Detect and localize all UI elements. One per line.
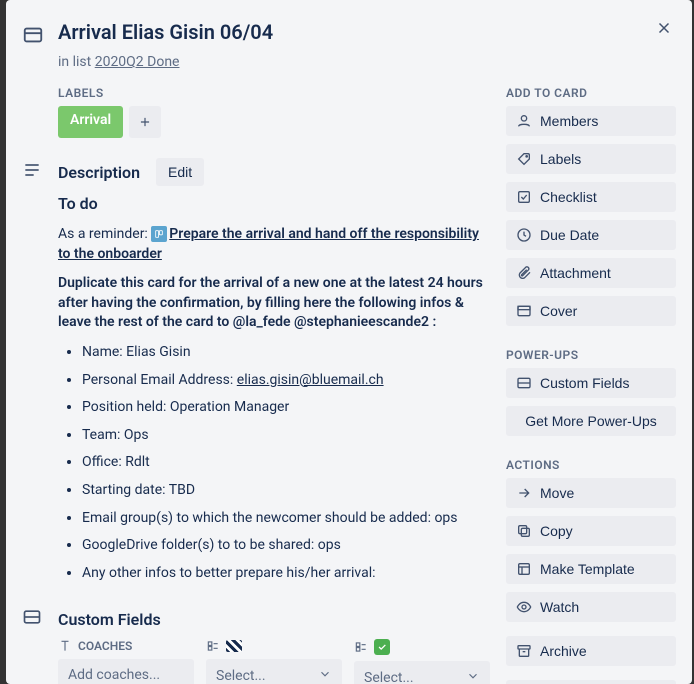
sidebar: ADD TO CARD Members Labels Checklist Due Da… — [506, 86, 676, 684]
flag-icon — [226, 640, 242, 652]
copy-button[interactable]: Copy — [506, 516, 676, 546]
card-title[interactable]: Arrival Elias Gisin 06/04 — [58, 20, 273, 44]
description-content[interactable]: To do As a reminder: Prepare the arrival… — [58, 194, 490, 583]
in-list-prefix: in list — [58, 54, 95, 70]
description-list: Name: Elias Gisin Personal Email Address:… — [58, 343, 490, 583]
description-heading: Description — [58, 163, 140, 182]
list-link[interactable]: 2020Q2 Done — [95, 54, 180, 70]
close-button[interactable] — [648, 12, 680, 44]
labels-button[interactable]: Labels — [506, 144, 676, 174]
description-icon — [22, 160, 46, 184]
description-list-item: Team: Ops — [82, 426, 490, 446]
custom-field-select[interactable]: Select... — [206, 659, 342, 684]
label-chip[interactable]: Arrival — [58, 106, 123, 138]
card-icon — [22, 24, 46, 50]
share-button[interactable]: Share — [506, 680, 676, 684]
email-link[interactable]: elias.gisin@bluemail.ch — [237, 372, 384, 388]
todo-heading: To do — [58, 194, 490, 213]
make-template-button[interactable]: Make Template — [506, 554, 676, 584]
get-more-powerups-button[interactable]: Get More Power-Ups — [506, 406, 676, 436]
custom-field-select[interactable]: Select... — [354, 661, 490, 684]
chevron-down-icon — [318, 667, 332, 684]
custom-field-label: COACHES — [58, 639, 194, 653]
custom-field-label — [206, 639, 342, 653]
archive-button[interactable]: Archive — [506, 636, 676, 666]
custom-fields-heading: Custom Fields — [58, 610, 161, 629]
members-button[interactable]: Members — [506, 106, 676, 136]
custom-field-input[interactable]: Add coaches... — [58, 659, 194, 684]
instructions-text: Duplicate this card for the arrival of a… — [58, 275, 483, 330]
custom-field: Select... — [206, 639, 342, 684]
custom-field: Select... — [354, 639, 490, 684]
attachment-button[interactable]: Attachment — [506, 258, 676, 288]
description-list-item: Starting date: TBD — [82, 481, 490, 501]
chevron-down-icon — [466, 669, 480, 684]
description-list-item: Email group(s) to which the newcomer sho… — [82, 509, 490, 529]
description-list-item: Any other infos to better prepare his/he… — [82, 564, 490, 584]
add-label-button[interactable] — [129, 106, 161, 138]
main-column: LABELS Arrival Description Edit To do — [22, 86, 490, 684]
due-date-button[interactable]: Due Date — [506, 220, 676, 250]
add-to-card-heading: ADD TO CARD — [506, 86, 676, 100]
labels-heading: LABELS — [58, 86, 490, 100]
custom-fields-button[interactable]: Custom Fields — [506, 368, 676, 398]
custom-fields-icon — [22, 607, 46, 631]
cover-button[interactable]: Cover — [506, 296, 676, 326]
edit-description-button[interactable]: Edit — [156, 158, 204, 186]
description-list-item: Personal Email Address: elias.gisin@blue… — [82, 371, 490, 391]
card-list-location: in list 2020Q2 Done — [58, 54, 676, 70]
watch-button[interactable]: Watch — [506, 592, 676, 622]
move-button[interactable]: Move — [506, 478, 676, 508]
card-back-modal: Arrival Elias Gisin 06/04 in list 2020Q2… — [6, 0, 692, 684]
check-icon — [374, 639, 390, 655]
trello-card-icon — [151, 226, 167, 242]
description-list-item: Position held: Operation Manager — [82, 398, 490, 418]
custom-field: COACHES Add coaches... — [58, 639, 194, 684]
checklist-button[interactable]: Checklist — [506, 182, 676, 212]
custom-field-label — [354, 639, 490, 655]
description-list-item: Office: Rdlt — [82, 453, 490, 473]
reminder-prefix: As a reminder: — [58, 226, 151, 242]
powerups-heading: POWER-UPS — [506, 348, 676, 362]
actions-heading: ACTIONS — [506, 458, 676, 472]
description-list-item: Name: Elias Gisin — [82, 343, 490, 363]
description-list-item: GoogleDrive folder(s) to to be shared: o… — [82, 536, 490, 556]
